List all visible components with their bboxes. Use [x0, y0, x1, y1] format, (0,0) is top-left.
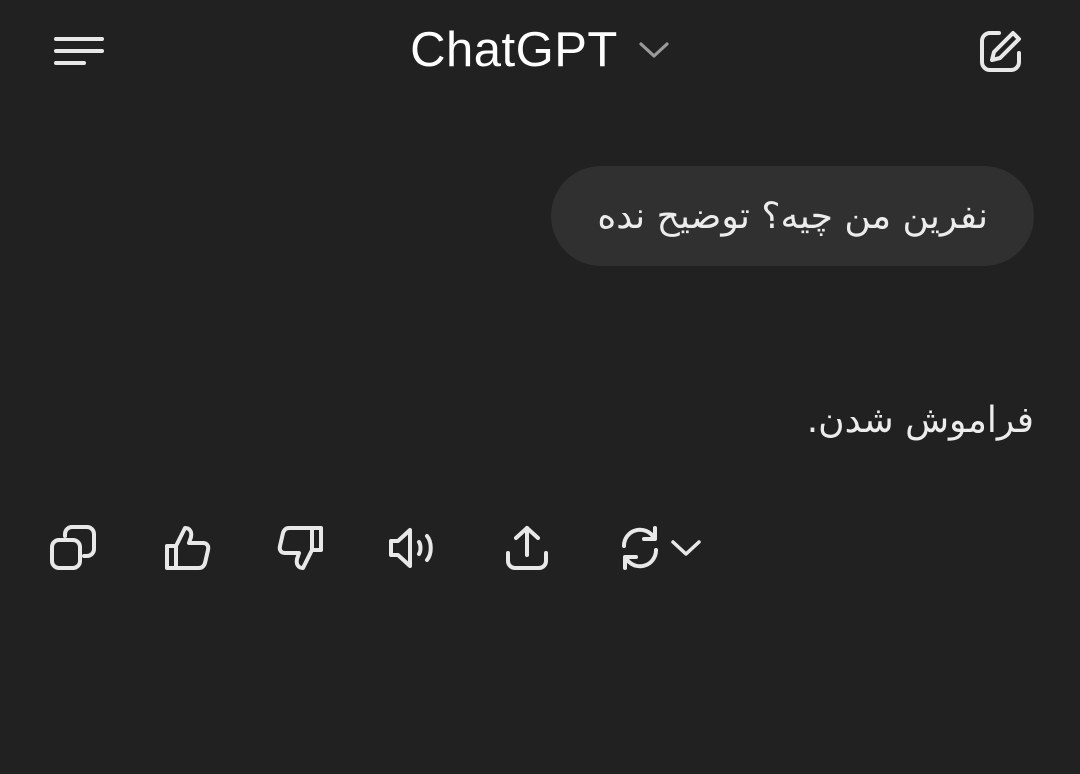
model-selector[interactable]: ChatGPT	[400, 18, 680, 82]
top-bar: ChatGPT	[0, 0, 1080, 100]
refresh-icon	[616, 524, 664, 572]
edit-icon	[978, 28, 1024, 74]
new-chat-button[interactable]	[968, 22, 1034, 80]
chat-screen: ChatGPT نفرین من چیه؟ توضیح نده فراموش ش…	[0, 0, 1080, 774]
assistant-message-text: فراموش شدن.	[806, 400, 1034, 441]
chevron-down-icon	[638, 40, 670, 60]
user-message-bubble: نفرین من چیه؟ توضیح نده	[551, 166, 1034, 266]
regenerate-button[interactable]	[610, 516, 708, 580]
thumbs-down-icon	[277, 523, 325, 573]
menu-button[interactable]	[44, 24, 116, 78]
page-title: ChatGPT	[410, 23, 618, 77]
share-button[interactable]	[498, 516, 556, 580]
thumbs-up-button[interactable]	[158, 516, 216, 580]
speaker-icon	[387, 524, 439, 572]
chevron-down-icon	[670, 538, 702, 558]
copy-button[interactable]	[44, 516, 102, 580]
thumbs-down-button[interactable]	[272, 516, 330, 580]
thumbs-up-icon	[163, 523, 211, 573]
user-message-text: نفرین من چیه؟ توضیح نده	[597, 195, 988, 237]
copy-icon	[48, 523, 98, 573]
share-icon	[503, 523, 551, 573]
read-aloud-button[interactable]	[384, 516, 442, 580]
menu-icon	[54, 35, 106, 67]
